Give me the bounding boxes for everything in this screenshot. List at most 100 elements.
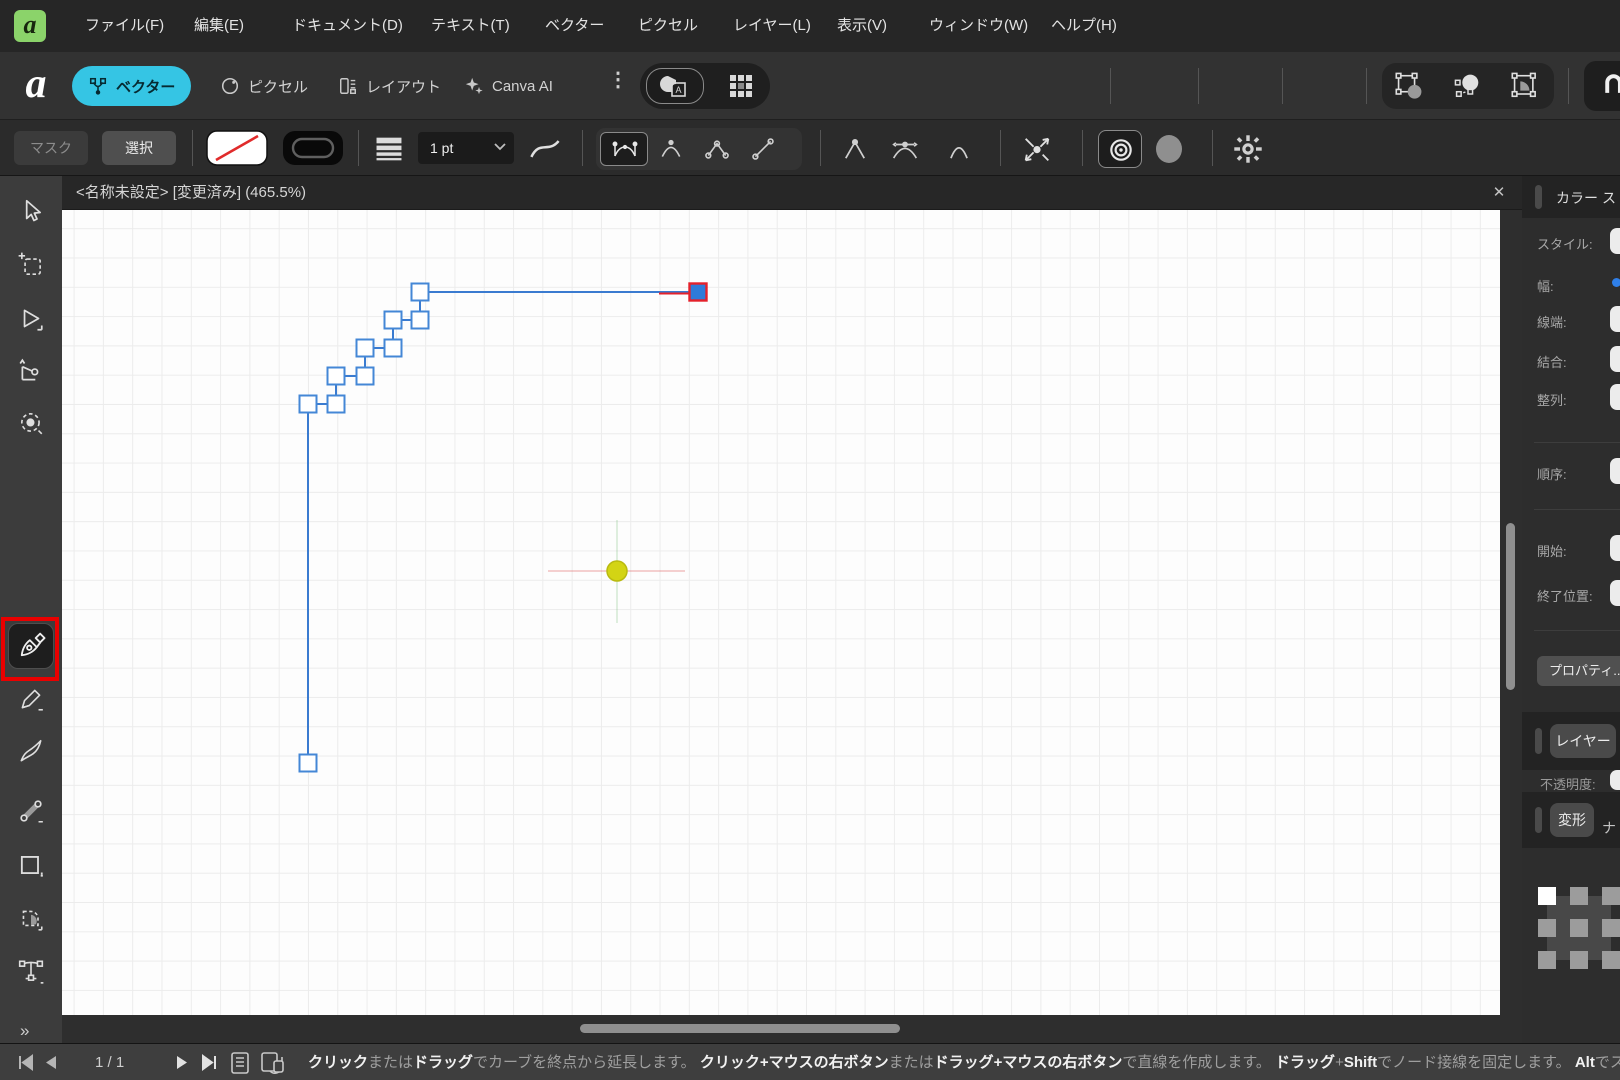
horizontal-scrollbar[interactable] bbox=[62, 1015, 1522, 1043]
vector-path[interactable] bbox=[307, 291, 698, 763]
style-dropdown[interactable] bbox=[1610, 228, 1620, 254]
persona-vector[interactable]: ベクター bbox=[72, 66, 192, 106]
rectangle-tool[interactable] bbox=[8, 842, 54, 888]
tab-navigator[interactable]: ナ bbox=[1602, 818, 1616, 838]
previous-page-button[interactable] bbox=[40, 1044, 60, 1080]
menu-item-5[interactable]: ベクター bbox=[535, 0, 614, 52]
persona-pixel[interactable]: ピクセル bbox=[204, 66, 324, 106]
menu-item-2[interactable]: 編集(E) bbox=[184, 0, 254, 52]
toolbar-overflow-icon[interactable]: ⋮ bbox=[608, 67, 628, 92]
path-node[interactable] bbox=[355, 338, 375, 358]
end-control[interactable] bbox=[1610, 580, 1620, 606]
path-node[interactable] bbox=[410, 282, 430, 302]
artboard-tool[interactable] bbox=[8, 242, 54, 288]
path-node[interactable] bbox=[383, 310, 403, 330]
path-node[interactable] bbox=[298, 753, 318, 773]
vector-brush-tool[interactable] bbox=[8, 728, 54, 774]
selected-path-node[interactable] bbox=[688, 282, 708, 302]
join-control[interactable] bbox=[1610, 346, 1620, 372]
anchor-point-1[interactable] bbox=[1570, 887, 1588, 905]
path-node[interactable] bbox=[383, 338, 403, 358]
contour-tool[interactable] bbox=[8, 348, 54, 394]
grid-view-icon[interactable] bbox=[728, 73, 754, 99]
mesh-warp-tool[interactable] bbox=[8, 948, 54, 994]
page-view-icon[interactable] bbox=[228, 1044, 254, 1080]
anchor-point-8[interactable] bbox=[1602, 951, 1620, 969]
properties-button[interactable]: プロパティ... bbox=[1537, 656, 1620, 686]
pages-view-icon[interactable] bbox=[258, 1044, 288, 1080]
anchor-point-0[interactable] bbox=[1538, 887, 1556, 905]
opacity-control[interactable] bbox=[1610, 770, 1620, 790]
node-smooth-icon[interactable] bbox=[888, 134, 922, 164]
width-slider-thumb[interactable] bbox=[1612, 278, 1620, 287]
vertical-scrollbar[interactable] bbox=[1500, 210, 1522, 1015]
path-node[interactable] bbox=[298, 394, 318, 414]
node-sharp-icon[interactable] bbox=[840, 134, 870, 164]
menu-item-8[interactable]: 表示(V) bbox=[827, 0, 897, 52]
horizontal-scrollbar-thumb[interactable] bbox=[580, 1024, 900, 1033]
node-smart-icon[interactable] bbox=[944, 134, 974, 164]
cap-control[interactable] bbox=[1610, 306, 1620, 332]
first-page-button[interactable] bbox=[12, 1044, 36, 1080]
menu-item-7[interactable]: レイヤー(L) bbox=[723, 0, 821, 52]
node-tool[interactable] bbox=[8, 296, 54, 342]
tab-color[interactable]: カラー bbox=[1556, 188, 1598, 208]
persona-canva-ai[interactable]: Canva AI bbox=[448, 66, 569, 106]
anchor-point-7[interactable] bbox=[1570, 951, 1588, 969]
stroke-style-icon[interactable] bbox=[372, 134, 406, 164]
persona-layout[interactable]: レイアウト bbox=[322, 66, 457, 106]
last-page-button[interactable] bbox=[198, 1044, 222, 1080]
path-node[interactable] bbox=[326, 394, 346, 414]
stroke-width-dropdown[interactable]: 1 pt bbox=[418, 132, 514, 164]
canvas[interactable] bbox=[62, 210, 1500, 1015]
menu-item-1[interactable]: ファイル(F) bbox=[75, 0, 174, 52]
tab-transform[interactable]: 変形 bbox=[1550, 803, 1594, 837]
path-node[interactable] bbox=[410, 310, 430, 330]
pen-mode-smart-icon[interactable] bbox=[658, 136, 684, 162]
menu-item-9[interactable]: ウィンドウ(W) bbox=[919, 0, 1038, 52]
move-tool[interactable] bbox=[8, 188, 54, 234]
anchor-point-6[interactable] bbox=[1538, 951, 1556, 969]
anchor-point-2[interactable] bbox=[1602, 887, 1620, 905]
transform-selection-icon[interactable] bbox=[1510, 71, 1542, 101]
select-button[interactable]: 選択 bbox=[102, 131, 176, 165]
tools-expand-button[interactable]: » bbox=[20, 1021, 29, 1041]
shape-builder-tool[interactable] bbox=[8, 896, 54, 942]
stroke-swatch-black[interactable] bbox=[282, 130, 344, 166]
pen-mode-pen[interactable] bbox=[600, 132, 648, 166]
next-page-button[interactable] bbox=[172, 1044, 192, 1080]
anchor-point-5[interactable] bbox=[1602, 919, 1620, 937]
anchor-point-3[interactable] bbox=[1538, 919, 1556, 937]
tab-layers[interactable]: レイヤー bbox=[1550, 724, 1616, 758]
align-control[interactable] bbox=[1610, 384, 1620, 410]
text-frame-toggle[interactable]: A bbox=[646, 68, 704, 104]
path-node[interactable] bbox=[355, 366, 375, 386]
gear-icon[interactable] bbox=[1232, 133, 1264, 165]
path-node[interactable] bbox=[326, 366, 346, 386]
fill-mode-toggle[interactable] bbox=[1098, 130, 1142, 168]
transform-node-icon[interactable] bbox=[1452, 71, 1484, 101]
menu-item-4[interactable]: テキスト(T) bbox=[421, 0, 520, 52]
pen-mode-line-icon[interactable] bbox=[750, 136, 776, 162]
secondary-color-circle[interactable] bbox=[1154, 133, 1184, 165]
point-transform-tool[interactable] bbox=[8, 400, 54, 446]
snap-transform-icon[interactable] bbox=[1020, 133, 1054, 165]
origin-marker[interactable] bbox=[606, 560, 628, 582]
document-close-button[interactable]: ✕ bbox=[1484, 176, 1514, 210]
pen-mode-polygon-icon[interactable] bbox=[704, 136, 730, 162]
tab-swatches[interactable]: ス bbox=[1602, 188, 1616, 208]
menu-item-3[interactable]: ドキュメント(D) bbox=[282, 0, 413, 52]
vertical-scrollbar-thumb[interactable] bbox=[1506, 523, 1515, 690]
panel-drag-handle[interactable] bbox=[1535, 728, 1542, 754]
fill-swatch-none[interactable] bbox=[206, 130, 268, 166]
transform-object-icon[interactable] bbox=[1394, 71, 1426, 101]
panel-drag-handle[interactable] bbox=[1535, 807, 1542, 833]
pressure-icon[interactable] bbox=[528, 135, 562, 163]
gradient-tool[interactable] bbox=[8, 788, 54, 834]
anchor-point-4[interactable] bbox=[1570, 919, 1588, 937]
order-control[interactable] bbox=[1610, 458, 1620, 484]
mask-button[interactable]: マスク bbox=[14, 131, 88, 165]
pencil-tool[interactable] bbox=[8, 676, 54, 722]
menu-item-10[interactable]: ヘルプ(H) bbox=[1041, 0, 1127, 52]
start-control[interactable] bbox=[1610, 535, 1620, 561]
